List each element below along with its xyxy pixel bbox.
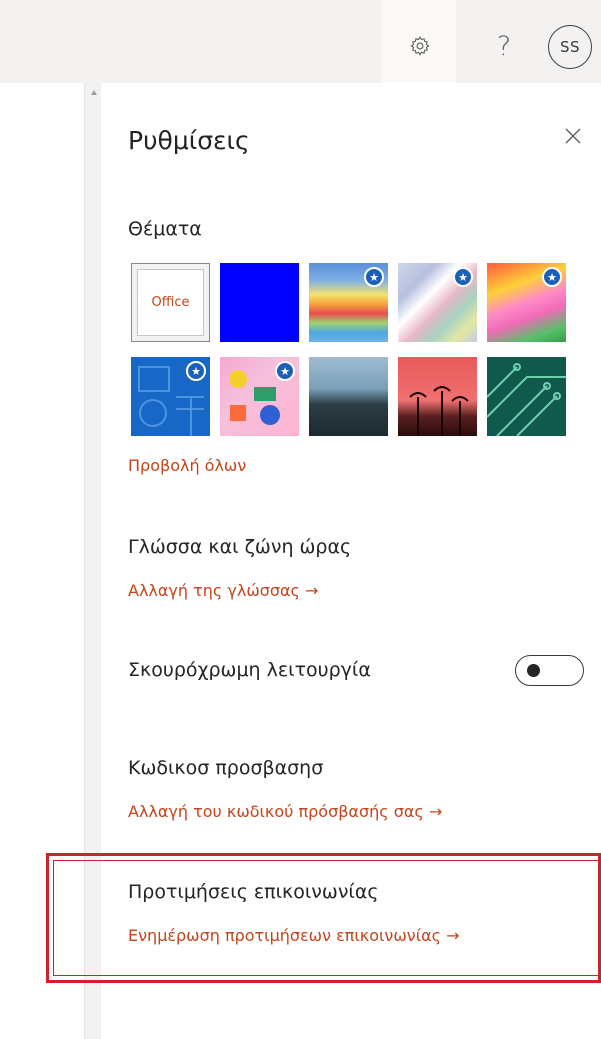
premium-star-icon: ★ <box>275 361 295 381</box>
premium-star-icon: ★ <box>186 361 206 381</box>
theme-blueprint[interactable]: ★ <box>131 357 210 436</box>
premium-star-icon: ★ <box>364 267 384 287</box>
toggle-knob <box>527 664 540 677</box>
themes-heading: Θέματα <box>128 218 202 240</box>
theme-pink-pattern[interactable]: ★ <box>220 357 299 436</box>
view-all-themes-link[interactable]: Προβολή όλων <box>128 456 246 475</box>
gear-icon[interactable] <box>400 26 440 66</box>
password-heading: Κωδικοσ προσβασησ <box>128 757 324 779</box>
dark-mode-toggle[interactable] <box>515 655 584 686</box>
panel-title: Ρυθμίσεις <box>128 126 250 155</box>
help-icon[interactable]: ? <box>484 26 524 66</box>
highlight-frame-inner <box>53 860 601 976</box>
premium-star-icon: ★ <box>453 267 473 287</box>
close-icon[interactable] <box>559 122 587 150</box>
theme-mountain[interactable] <box>309 357 388 436</box>
theme-office-label: Office <box>137 269 204 336</box>
communication-heading: Προτιμήσεις επικοινωνίας <box>128 881 379 903</box>
theme-unicorn[interactable]: ★ <box>487 263 566 342</box>
theme-circuit[interactable] <box>487 357 566 436</box>
avatar[interactable]: SS <box>548 25 592 69</box>
dark-mode-label: Σκουρόχρωμη λειτουργία <box>128 659 371 681</box>
update-communication-link[interactable]: Ενημέρωση προτιμήσεων επικοινωνίας → <box>128 926 460 945</box>
language-heading: Γλώσσα και ζώνη ώρας <box>128 536 352 558</box>
theme-blue[interactable] <box>220 263 299 342</box>
change-password-link[interactable]: Αλλαγή του κωδικού πρόσβασής σας → <box>128 802 442 821</box>
theme-palm-sunset[interactable] <box>398 357 477 436</box>
theme-office[interactable]: Office <box>131 263 210 342</box>
theme-light-rays[interactable]: ★ <box>398 263 477 342</box>
change-language-link[interactable]: Αλλαγή της γλώσσας → <box>128 581 318 600</box>
premium-star-icon: ★ <box>542 267 562 287</box>
scroll-up-icon[interactable] <box>91 90 97 95</box>
theme-rainbow-waves[interactable]: ★ <box>309 263 388 342</box>
